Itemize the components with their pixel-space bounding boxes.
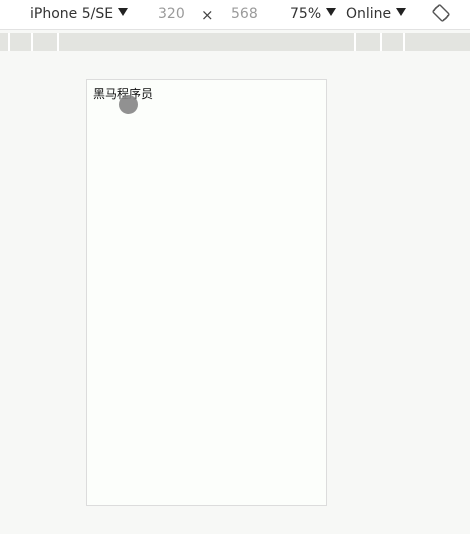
rotate-device-icon[interactable] <box>431 3 451 23</box>
media-query-divider <box>403 33 405 51</box>
caret-down-icon <box>326 8 337 16</box>
touch-cursor-icon <box>119 95 138 114</box>
network-throttle-select[interactable]: Online <box>346 5 407 23</box>
device-select[interactable]: iPhone 5/SE <box>30 5 129 23</box>
device-select-label: iPhone 5/SE <box>30 6 114 22</box>
device-viewport[interactable]: 黑马程序员 <box>86 79 327 506</box>
zoom-select[interactable]: 75% <box>290 5 337 23</box>
dimension-separator: × <box>201 6 214 24</box>
media-query-divider <box>354 33 356 51</box>
media-query-divider <box>31 33 33 51</box>
caret-down-icon <box>396 8 407 16</box>
media-query-divider <box>380 33 382 51</box>
zoom-select-label: 75% <box>290 6 322 22</box>
media-query-divider <box>57 33 59 51</box>
media-query-bar[interactable] <box>0 33 470 51</box>
device-toolbar: iPhone 5/SE 320 × 568 75% Online <box>0 0 470 30</box>
caret-down-icon <box>118 8 129 16</box>
media-query-divider <box>8 33 10 51</box>
height-input[interactable]: 568 <box>231 5 258 23</box>
width-input[interactable]: 320 <box>158 5 185 23</box>
network-throttle-label: Online <box>346 6 392 22</box>
